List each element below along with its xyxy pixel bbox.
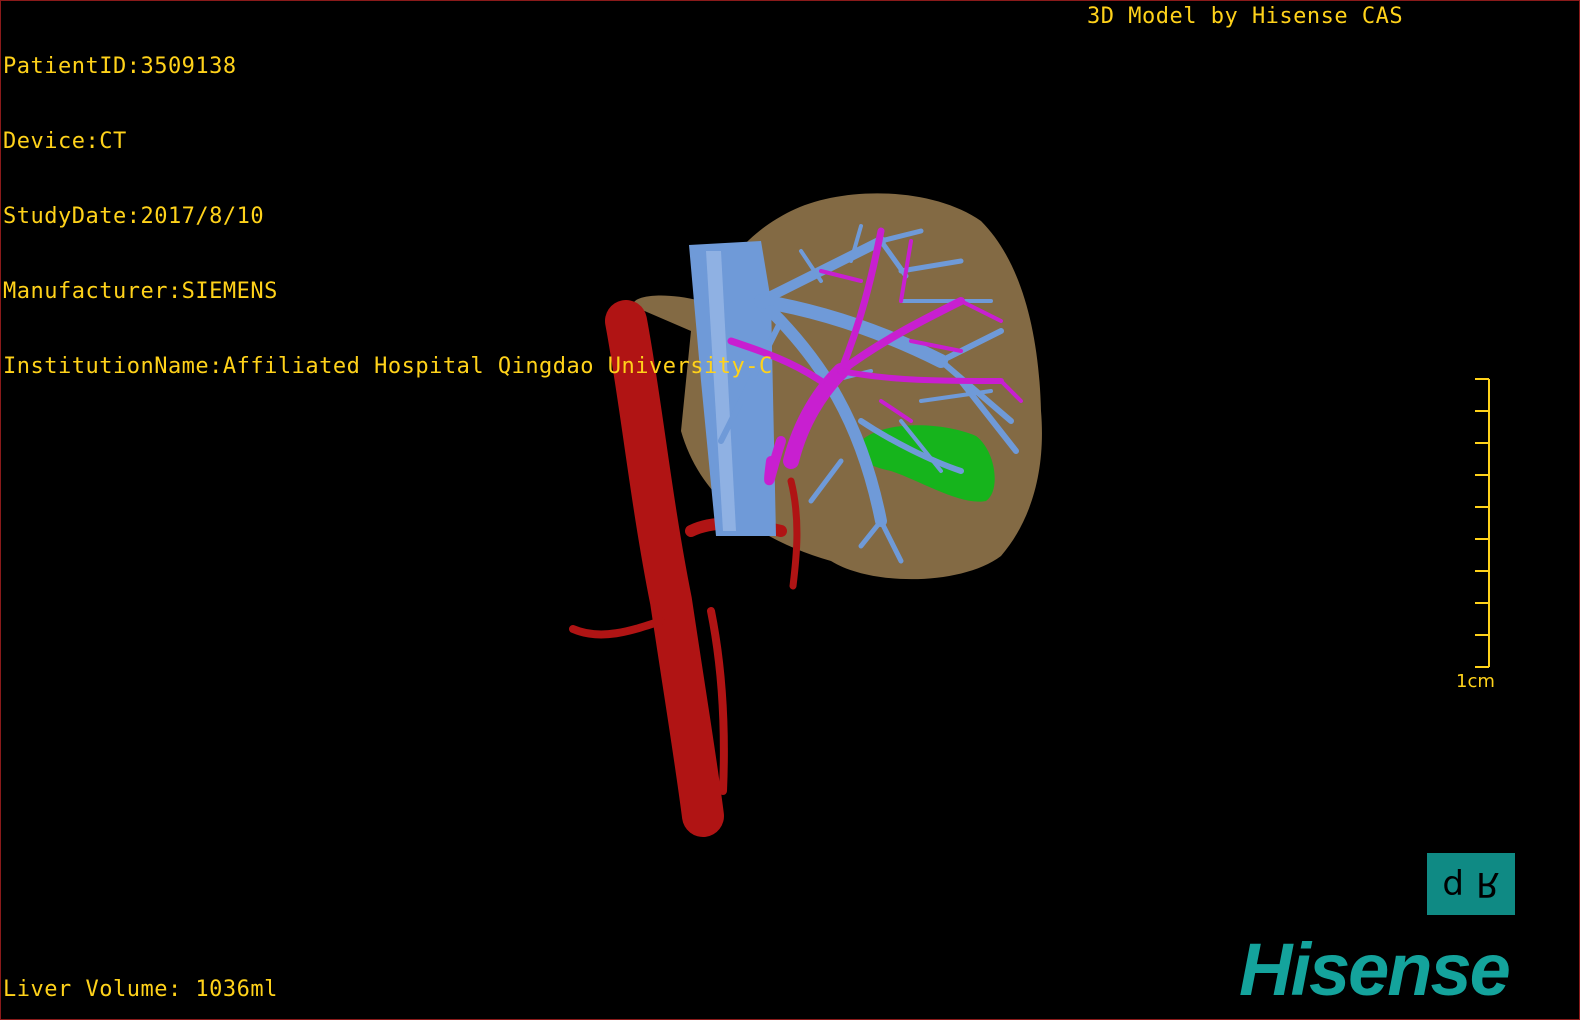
orientation-right-glyph: R <box>1475 864 1500 904</box>
model-credit: 3D Model by Hisense CAS <box>1087 4 1404 29</box>
orientation-left-glyph: d <box>1442 864 1464 904</box>
institution-name: InstitutionName:Affiliated Hospital Qing… <box>3 354 773 379</box>
study-date: StudyDate:2017/8/10 <box>3 204 265 229</box>
manufacturer: Manufacturer:SIEMENS <box>3 279 278 304</box>
orientation-widget[interactable]: d R <box>1427 853 1515 915</box>
scale-label: 1cm <box>1456 671 1495 692</box>
3d-viewport[interactable]: PatientID:3509138 Device:CT StudyDate:20… <box>0 0 1580 1020</box>
liver-volume-readout: Liver Volume: 1036ml <box>3 977 278 1002</box>
patient-id: PatientID:3509138 <box>3 54 237 79</box>
device: Device:CT <box>3 129 127 154</box>
patient-info-overlay: PatientID:3509138 Device:CT StudyDate:20… <box>3 4 773 429</box>
hisense-logo: Hisense <box>1239 928 1511 1011</box>
scale-bar <box>1475 378 1490 668</box>
